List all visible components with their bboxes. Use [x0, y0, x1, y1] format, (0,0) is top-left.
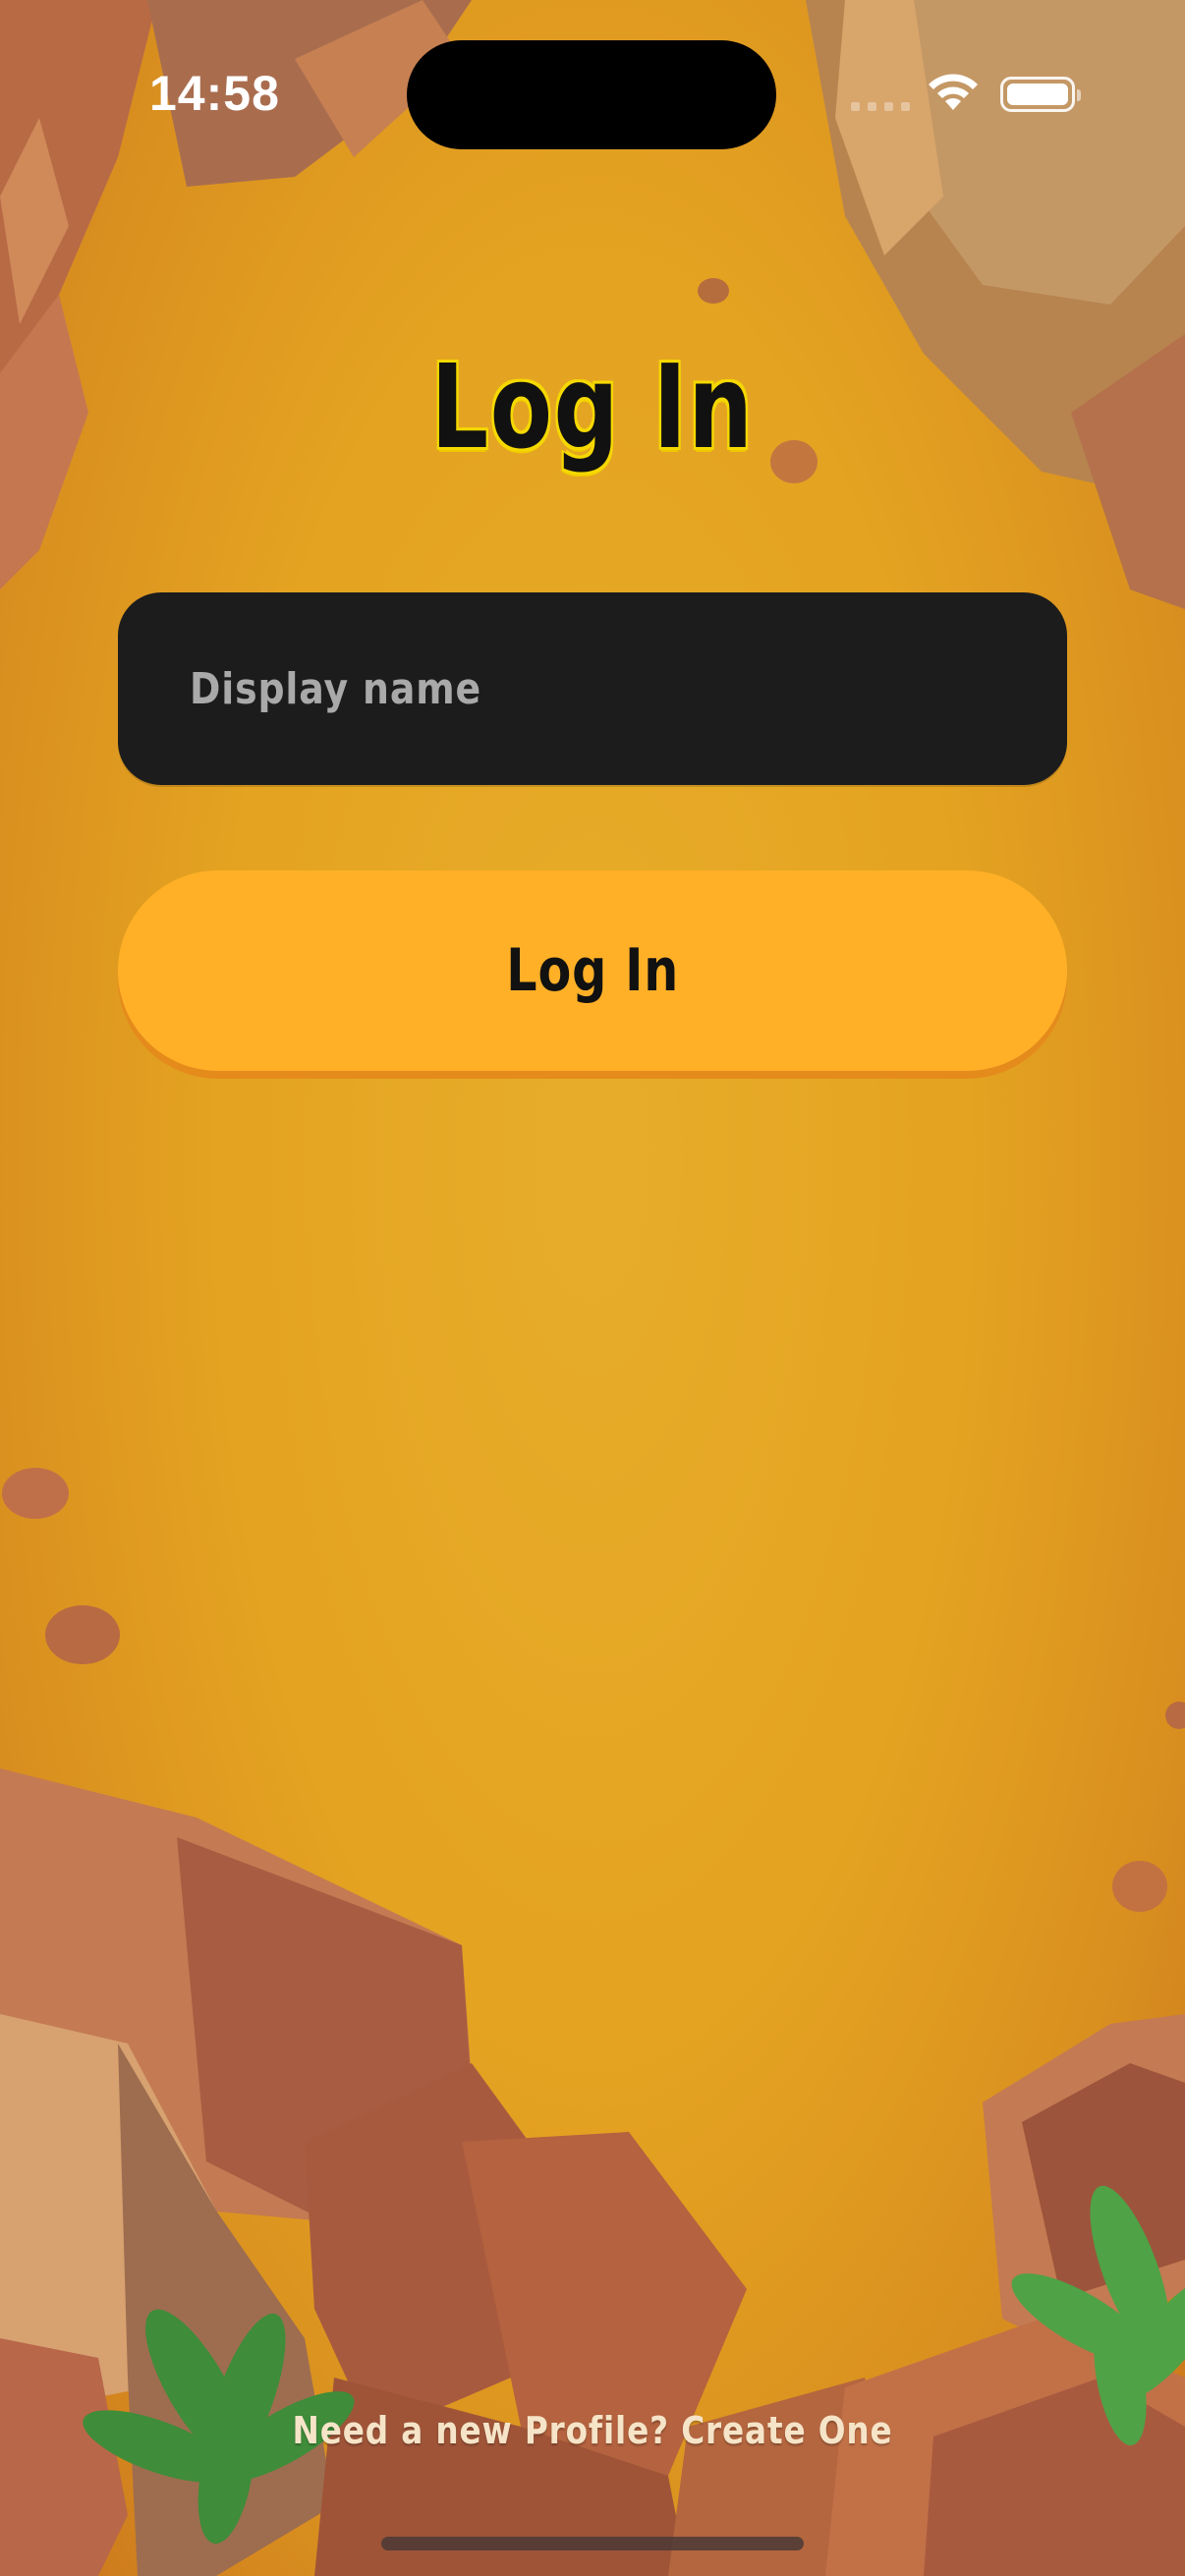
dynamic-island	[407, 40, 776, 149]
display-name-placeholder: Display name	[190, 663, 482, 714]
login-button[interactable]: Log In	[118, 870, 1067, 1071]
page-title: Log In	[430, 339, 755, 475]
display-name-input[interactable]: Display name	[118, 592, 1067, 785]
status-time: 14:58	[149, 66, 280, 121]
battery-icon	[1000, 77, 1081, 112]
login-button-label: Log In	[506, 936, 679, 1005]
create-profile-link[interactable]: Need a new Profile? Create One	[83, 2409, 1101, 2452]
signal-icon	[851, 102, 910, 111]
home-indicator[interactable]	[381, 2537, 804, 2550]
wifi-icon	[929, 74, 978, 110]
